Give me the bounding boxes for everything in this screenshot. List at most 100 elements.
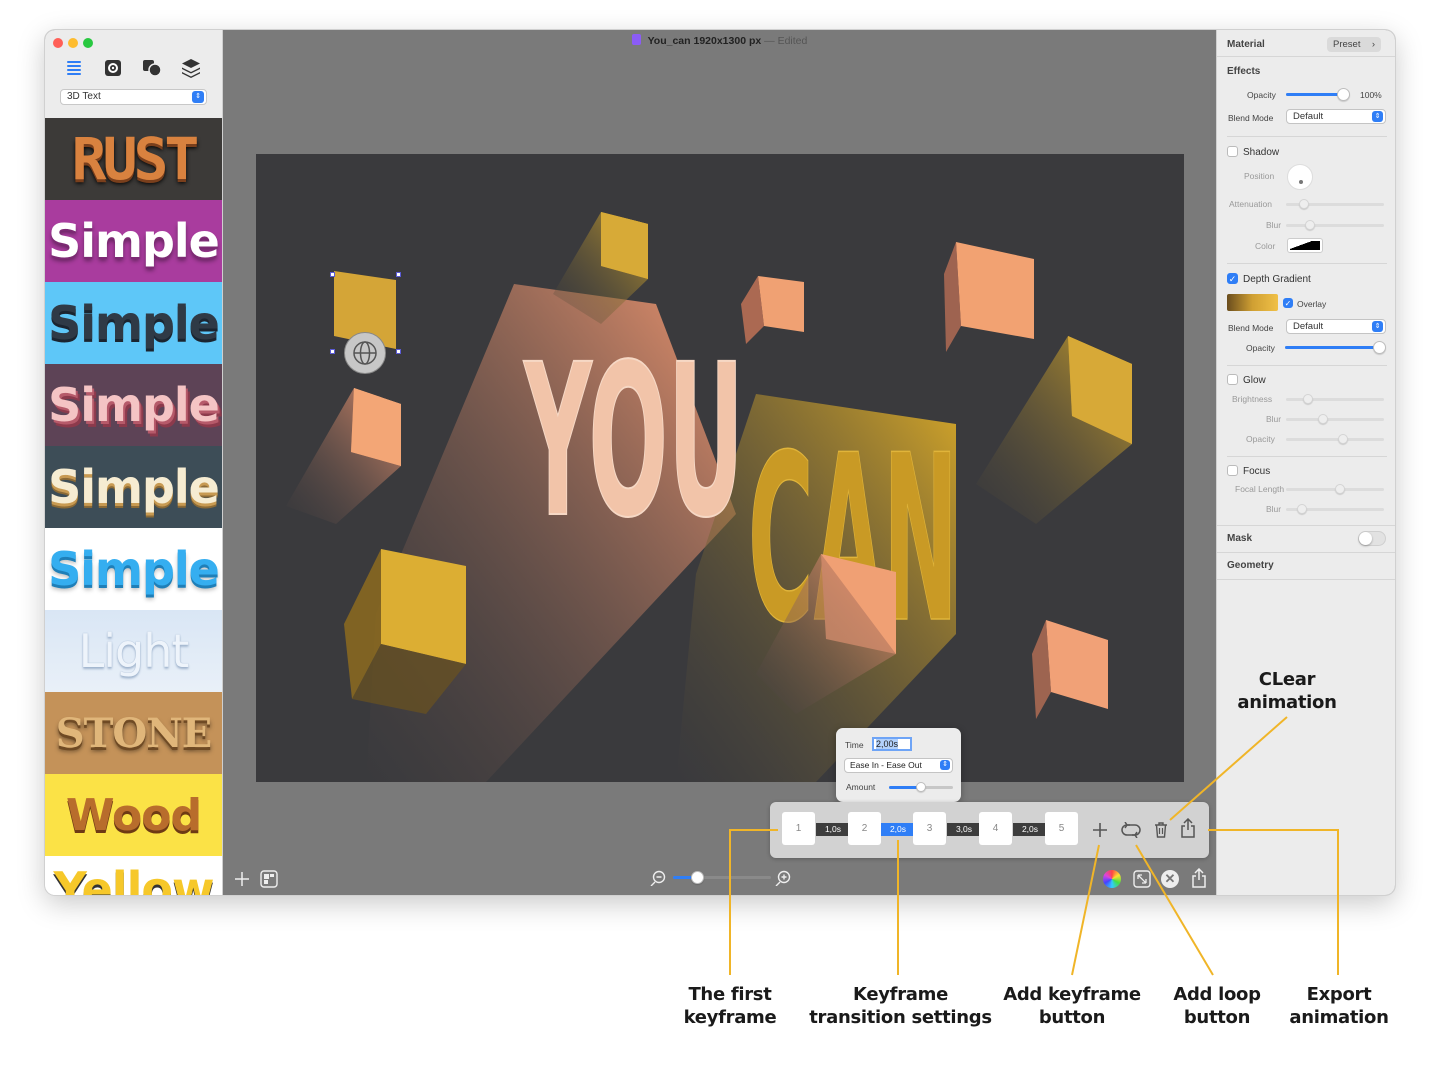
layers-icon[interactable] [178,56,204,80]
resize-icon[interactable] [1132,869,1152,889]
shadow-blur-slider-knob[interactable] [1305,220,1315,230]
style-tile-label: Light [78,624,190,678]
style-tile-stone[interactable]: STONE [45,692,222,774]
zoom-window-button[interactable] [83,38,93,48]
color-wheel-icon[interactable] [1102,869,1122,889]
share-icon[interactable] [1189,867,1209,889]
zoom-slider-knob[interactable] [691,871,704,884]
style-tile-label: Simple [48,460,220,514]
style-tile-light[interactable]: Light [45,610,222,692]
shapes-icon[interactable] [139,56,165,80]
focus-blur-label: Blur [1266,504,1282,514]
close-window-button[interactable] [53,38,63,48]
amount-slider-knob[interactable] [916,782,926,792]
style-tile-rust[interactable]: RUST [45,118,222,200]
blend-mode-select[interactable]: Default ⇕ [1286,109,1386,124]
plus-icon [1093,823,1107,837]
annotation-text: Add loop button [1173,984,1261,1028]
focus-blur-slider-knob[interactable] [1297,504,1307,514]
easing-select[interactable]: Ease In - Ease Out ⇕ [844,758,953,773]
styles-sidebar: 3D Text ⇕ RUST Simple Simple Simple Simp… [45,30,223,895]
shadow-checkbox[interactable] [1227,146,1238,157]
gear-icon[interactable] [100,56,126,80]
focal-length-slider[interactable] [1286,484,1384,494]
opacity-slider-knob[interactable] [1337,88,1351,101]
keyframe-duration-4[interactable]: 2,0s [1013,823,1047,836]
style-tile-yellow[interactable]: Yellow [45,856,222,895]
keyframe-duration-3[interactable]: 3,0s [947,823,981,836]
keyframe-1[interactable]: 1 [782,812,815,845]
divider [1217,579,1395,580]
amount-slider[interactable] [889,782,953,792]
dg-blend-mode-select[interactable]: Default ⇕ [1286,319,1386,334]
keyframe-number: 5 [1058,823,1065,834]
keyframe-duration-2[interactable]: 2,0s [881,823,915,836]
keyframe-5[interactable]: 5 [1045,812,1078,845]
annotation-add-keyframe: Add keyframe button [997,983,1147,1029]
opacity-slider[interactable] [1286,88,1351,101]
zoom-out-icon[interactable] [649,868,667,888]
attenuation-slider-knob[interactable] [1299,199,1309,209]
attenuation-slider[interactable] [1286,199,1384,209]
depth-gradient-label: Depth Gradient [1243,274,1311,285]
style-tile-simple-pink[interactable]: Simple [45,364,222,446]
minimize-window-button[interactable] [68,38,78,48]
selection-handle[interactable] [330,349,335,354]
glow-blur-label: Blur [1266,414,1282,424]
style-tile-wood[interactable]: Wood [45,774,222,856]
style-tile-simple-purple[interactable]: Simple [45,200,222,282]
preset-button[interactable]: Preset › [1327,37,1381,52]
shadow-position-control[interactable] [1287,164,1313,190]
rotate-gizmo-icon[interactable] [344,332,386,374]
glow-checkbox[interactable] [1227,374,1238,385]
divider [1217,552,1395,553]
add-loop-button[interactable] [1118,819,1144,841]
keyframe-3[interactable]: 3 [913,812,946,845]
mask-toggle[interactable] [1358,531,1386,546]
shadow-blur-slider[interactable] [1286,220,1384,230]
glow-opacity-slider[interactable] [1286,434,1384,444]
title-separator: — [764,35,775,47]
focus-blur-slider[interactable] [1286,504,1384,514]
list-icon[interactable] [61,56,87,80]
style-tile-simple-white[interactable]: Simple [45,528,222,610]
mask-toggle-knob [1359,532,1372,545]
depth-gradient-swatch[interactable] [1227,294,1278,311]
divider [1227,365,1387,366]
shadow-color-swatch[interactable] [1287,238,1323,253]
style-tile-simple-blue[interactable]: Simple [45,282,222,364]
selection-handle[interactable] [330,272,335,277]
add-layer-button[interactable] [233,870,251,888]
opacity-value: 100% [1360,90,1382,100]
selection-handle[interactable] [396,272,401,277]
animation-toggle-close-icon[interactable]: ✕ [1160,869,1180,889]
glow-opacity-slider-knob[interactable] [1338,434,1348,444]
glow-opacity-label: Opacity [1246,434,1275,444]
keyframe-2[interactable]: 2 [848,812,881,845]
depth-gradient-checkbox[interactable]: ✓ [1227,273,1238,284]
focal-length-slider-knob[interactable] [1335,484,1345,494]
keyframe-4[interactable]: 4 [979,812,1012,845]
zoom-in-icon[interactable] [774,868,792,888]
glow-blur-slider-knob[interactable] [1318,414,1328,424]
dg-opacity-slider-knob[interactable] [1372,341,1386,354]
export-animation-button[interactable] [1177,816,1199,840]
overlay-checkbox[interactable]: ✓ [1283,298,1293,308]
style-category-select[interactable]: 3D Text ⇕ [60,89,207,105]
brightness-slider-knob[interactable] [1303,394,1313,404]
time-input[interactable]: 2,00s [872,737,912,751]
add-keyframe-button[interactable] [1089,819,1111,841]
glow-blur-slider[interactable] [1286,414,1384,424]
keyframe-duration-1[interactable]: 1,0s [816,823,850,836]
style-category-value: 3D Text [67,91,101,102]
selection-handle[interactable] [396,349,401,354]
artwork-canvas[interactable]: YOU CAN [256,154,1184,782]
zoom-slider[interactable] [673,871,771,884]
shadow-label: Shadow [1243,147,1280,158]
style-tile-simple-cream[interactable]: Simple [45,446,222,528]
focus-checkbox[interactable] [1227,465,1238,476]
dg-opacity-slider[interactable] [1285,341,1386,354]
brightness-slider[interactable] [1286,394,1384,404]
grid-view-button[interactable] [259,869,279,889]
clear-animation-button[interactable] [1150,819,1172,841]
